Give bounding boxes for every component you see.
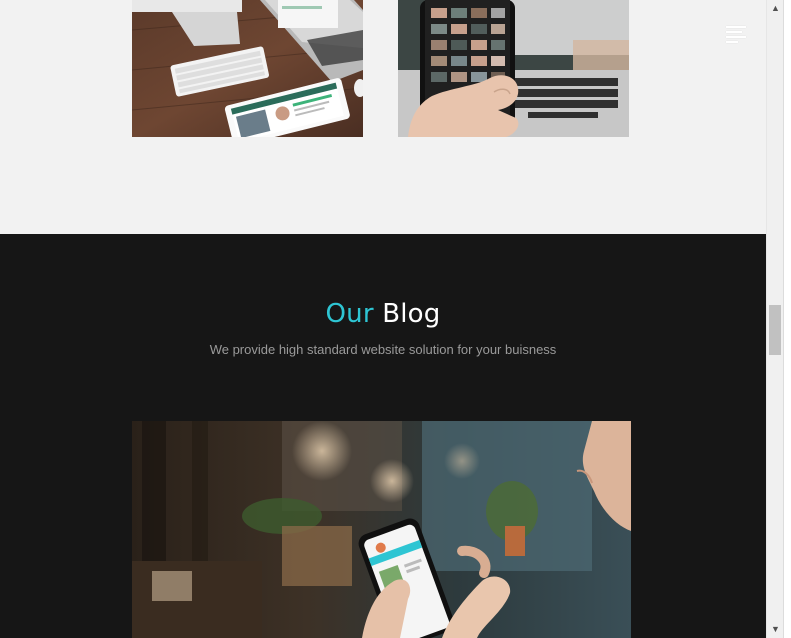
portfolio-section (0, 0, 766, 234)
portfolio-image-desk[interactable] (132, 0, 363, 137)
desk-workspace-photo (132, 0, 363, 137)
person-with-phone-photo (132, 421, 631, 638)
blog-subtitle: We provide high standard website solutio… (209, 342, 557, 357)
scroll-down-arrow-icon[interactable]: ▼ (767, 621, 784, 638)
scroll-thumb[interactable] (769, 305, 781, 355)
blog-heading: Our Blog (0, 299, 766, 329)
vertical-scrollbar[interactable]: ▲ ▼ (766, 0, 784, 638)
blog-heading-rest: Blog (382, 299, 441, 329)
blog-post-image[interactable] (132, 421, 631, 638)
hamburger-menu-icon[interactable] (726, 26, 746, 43)
scroll-up-arrow-icon[interactable]: ▲ (767, 0, 784, 17)
portfolio-image-phone[interactable] (398, 0, 629, 137)
smartphone-photo (398, 0, 629, 137)
blog-section: Our Blog We provide high standard websit… (0, 234, 766, 638)
window-right-edge (783, 0, 791, 638)
page-viewport: Our Blog We provide high standard websit… (0, 0, 766, 638)
blog-heading-accent: Our (325, 299, 374, 329)
